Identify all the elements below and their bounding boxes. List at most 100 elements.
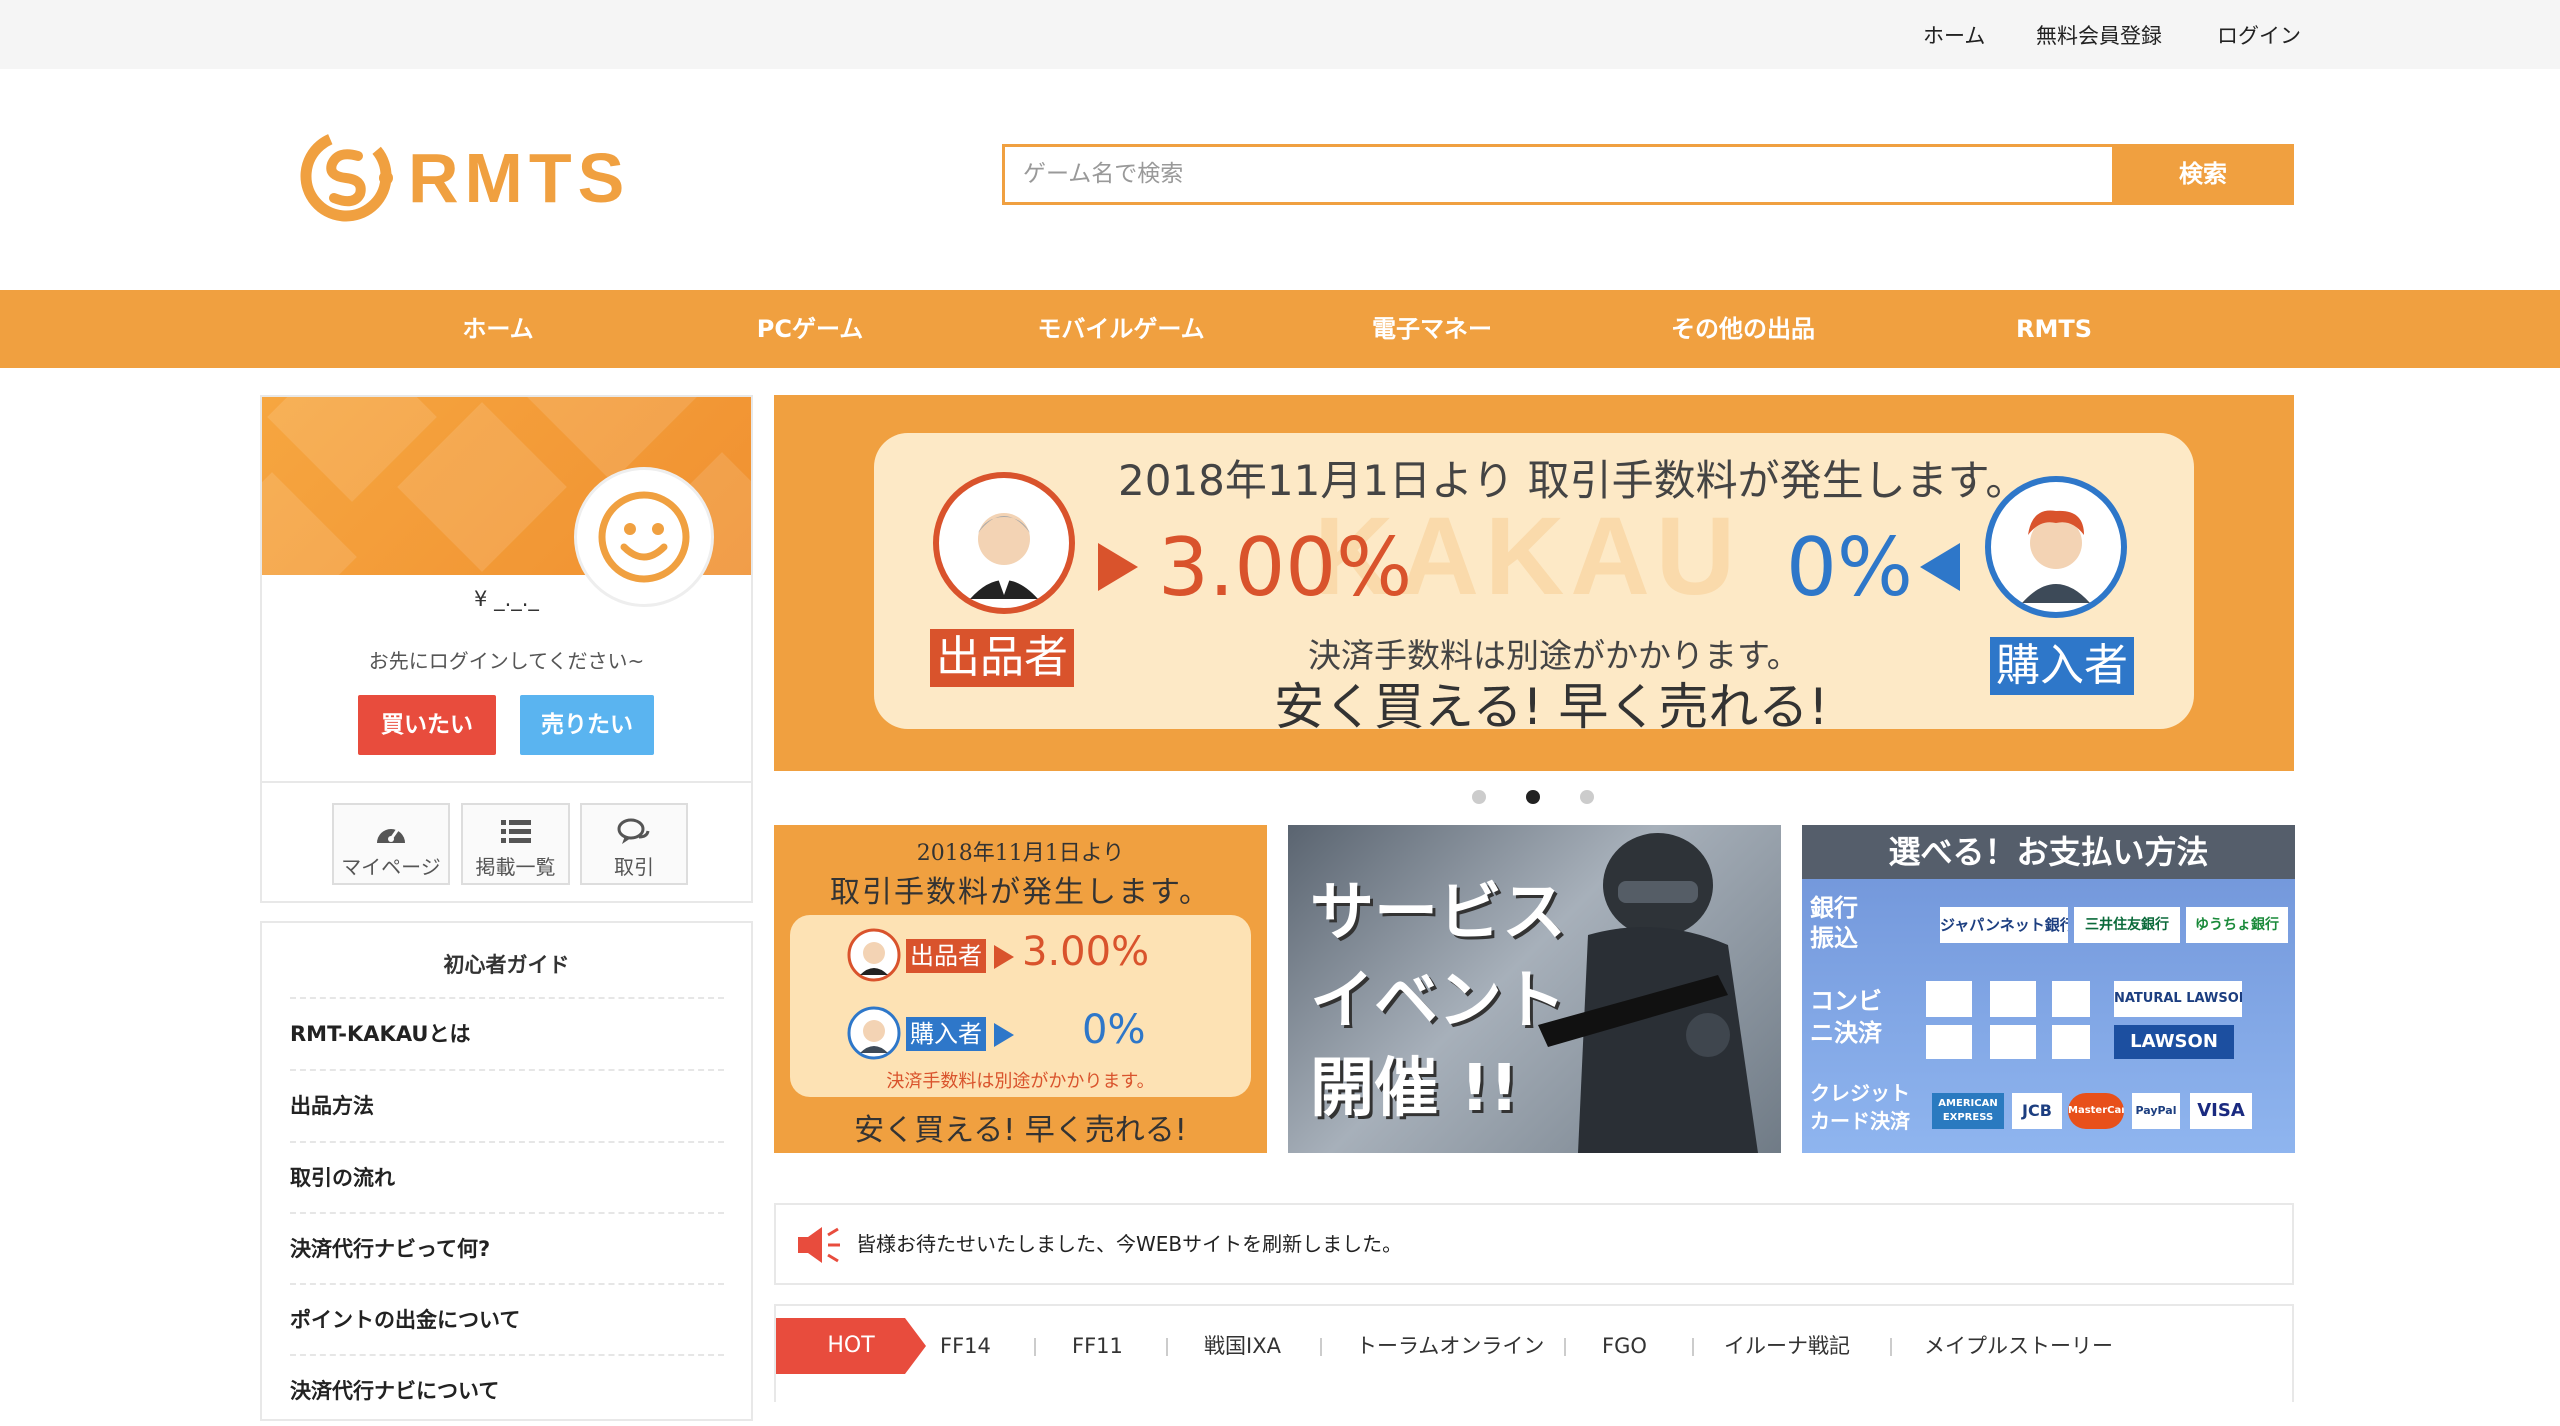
game-tag[interactable]: イルーナ戦記 [1724,1318,1850,1374]
arrow-left-icon [1920,543,1960,591]
hero-slider[interactable]: KAKAU 2018年11月1日より 取引手数料が発生します。 出品者 3.00… [774,395,2294,771]
guide-item[interactable]: 決済代行ナビって何? [290,1212,724,1284]
buyer-avatar-icon [847,1006,901,1060]
seller-arrow-icon [994,945,1014,969]
beginner-guide-panel: 初心者ガイド RMT-KAKAUとは 出品方法 取引の流れ 決済代行ナビって何?… [260,921,753,1421]
banner3-title: 選べる！お支払い方法 [1802,825,2295,879]
avatar [574,467,714,607]
mypage-label: マイページ [341,855,441,879]
banner1-note: 決済手数料は別途がかかります。 [886,1071,1155,1092]
buyer-rate: 0% [1786,521,1913,614]
trade-button[interactable]: 取引 [580,803,688,885]
tag-separator [1564,1338,1566,1356]
slide-headline: 2018年11月1日より 取引手数料が発生します。 [1118,456,2028,505]
payment-logo: VISA [2190,1093,2252,1129]
slider-dot-2[interactable] [1526,790,1540,804]
logo-text: RMTS [408,139,631,217]
search-button[interactable]: 検索 [2112,144,2294,205]
top-link-register[interactable]: 無料会員登録 [2036,20,2162,50]
game-tag[interactable]: FF11 [1072,1318,1123,1374]
nav-item-other[interactable]: その他の出品 [1671,290,1815,368]
divider [262,781,751,783]
tag-separator [1320,1338,1322,1356]
payment-logo: LAWSON [2114,1025,2234,1059]
banner-service-event[interactable]: サービスイベント開催 !! [1288,825,1781,1153]
listings-label: 掲載一覧 [475,855,556,879]
ministop-logo [1926,1025,1972,1059]
guide-item[interactable]: 決済代行ナビについて [290,1354,724,1426]
chat-icon [617,818,650,844]
buy-button[interactable]: 買いたい [358,695,496,755]
sell-button[interactable]: 売りたい [520,695,654,755]
guide-item[interactable]: RMT-KAKAUとは [290,997,724,1069]
guide-item[interactable]: 出品方法 [290,1069,724,1141]
payment-row-bank: 銀行振込 ジャパンネット銀行 三井住友銀行 ゆうちょ銀行 [1802,887,2295,967]
payment-row-credit: クレジットカード決済 AMERICAN EXPRESS JCB MasterCa… [1802,1075,2295,1149]
nav-item-pc-games[interactable]: PCゲーム [757,290,863,368]
payment-row-convenience: コンビニ決済 NATURAL LAWSON LAWSON [1802,975,2295,1065]
banner1-seller: 出品者 [906,939,986,973]
profile-panel: ¥ _._._ お先にログインしてください~ 買いたい 売りたい マイページ 掲… [260,395,753,903]
banner1-card: 出品者 3.00% 購入者 0% 決済手数料は別途がかかります。 [790,915,1251,1097]
slider-dot-3[interactable] [1580,790,1594,804]
search-input[interactable]: ゲーム名で検索 [1002,144,2114,205]
payment-logo: ジャパンネット銀行 [1940,907,2068,943]
seicomart-logo [2052,1025,2090,1059]
trade-label: 取引 [614,855,654,879]
seller-label: 出品者 [930,629,1074,687]
guide-item[interactable]: 取引の流れ [290,1141,724,1213]
seller-avatar-icon [847,928,901,982]
top-link-home[interactable]: ホーム [1923,20,1985,50]
payment-logo: PayPal [2132,1093,2180,1129]
payment-label: 銀行振込 [1810,894,1858,952]
tag-separator [1692,1338,1694,1356]
seller-avatar-icon [933,472,1075,614]
dashboard-icon [377,828,405,843]
circle-k-logo [1926,981,1972,1017]
payment-logo: JCB [2012,1093,2062,1129]
smiley-icon [598,491,690,583]
guide-item[interactable]: ポイントの出金について [290,1283,724,1355]
notice-text: 皆様お待たせいたしました、今WEBサイトを刷新しました。 [856,1232,1403,1256]
banner1-line1: 2018年11月1日より [916,841,1125,866]
top-bar: ホーム 無料会員登録 ログイン [0,0,2560,69]
guide-title: 初心者ガイド [443,953,570,977]
banner-fee-notice[interactable]: 2018年11月1日より 取引手数料が発生します。 出品者 3.00% 購入者 … [774,825,1267,1153]
nav-item-mobile-games[interactable]: モバイルゲーム [1037,290,1204,368]
payment-logo: MasterCard [2068,1093,2124,1129]
payment-logo: AMERICAN EXPRESS [1932,1093,2004,1129]
game-tag[interactable]: FF14 [940,1318,991,1374]
top-link-login[interactable]: ログイン [2217,20,2301,50]
list-icon [500,820,531,843]
payment-logo: ゆうちょ銀行 [2186,907,2288,943]
notice-bar: 皆様お待たせいたしました、今WEBサイトを刷新しました。 [774,1203,2294,1285]
slide-tagline: 安く買える! 早く売れる! [1274,678,1829,736]
nav-item-home[interactable]: ホーム [462,290,533,368]
nav-item-e-money[interactable]: 電子マネー [1372,290,1492,368]
arrow-right-icon [1098,543,1138,591]
game-tag-bar: HOT FF14 FF11 戦国IXA トーラムオンライン FGO イルーナ戦記… [774,1304,2294,1402]
buyer-arrow-icon [994,1023,1014,1047]
banner1-seller-rate: 3.00% [1022,929,1150,975]
game-tag[interactable]: 戦国IXA [1204,1318,1281,1374]
listings-button[interactable]: 掲載一覧 [461,803,570,885]
game-tag[interactable]: FGO [1602,1318,1647,1374]
tag-separator [1890,1338,1892,1356]
megaphone-icon [798,1227,840,1263]
game-tag[interactable]: メイプルストーリー [1924,1318,2113,1374]
nav-item-rmts[interactable]: RMTS [2016,290,2092,368]
familymart-logo [2052,981,2090,1017]
banner1-buyer: 購入者 [906,1017,986,1051]
payment-label: クレジットカード決済 [1810,1081,1910,1133]
payment-label: コンビニ決済 [1810,987,1882,1047]
banner1-line2: 取引手数料が発生します。 [830,875,1211,910]
banner-payment-methods[interactable]: 選べる！お支払い方法 銀行振込 ジャパンネット銀行 三井住友銀行 ゆうちょ銀行 … [1802,825,2295,1153]
game-tag[interactable]: トーラムオンライン [1356,1318,1544,1374]
payment-logo: NATURAL LAWSON [2114,981,2242,1017]
banner1-tagline: 安く買える! 早く売れる! [854,1113,1187,1148]
mypage-button[interactable]: マイページ [332,803,450,885]
site-logo[interactable]: RMTS [300,128,650,222]
slider-dot-1[interactable] [1472,790,1486,804]
balance-text: ¥ _._._ [474,587,539,611]
banner1-buyer-rate: 0% [1082,1007,1146,1053]
